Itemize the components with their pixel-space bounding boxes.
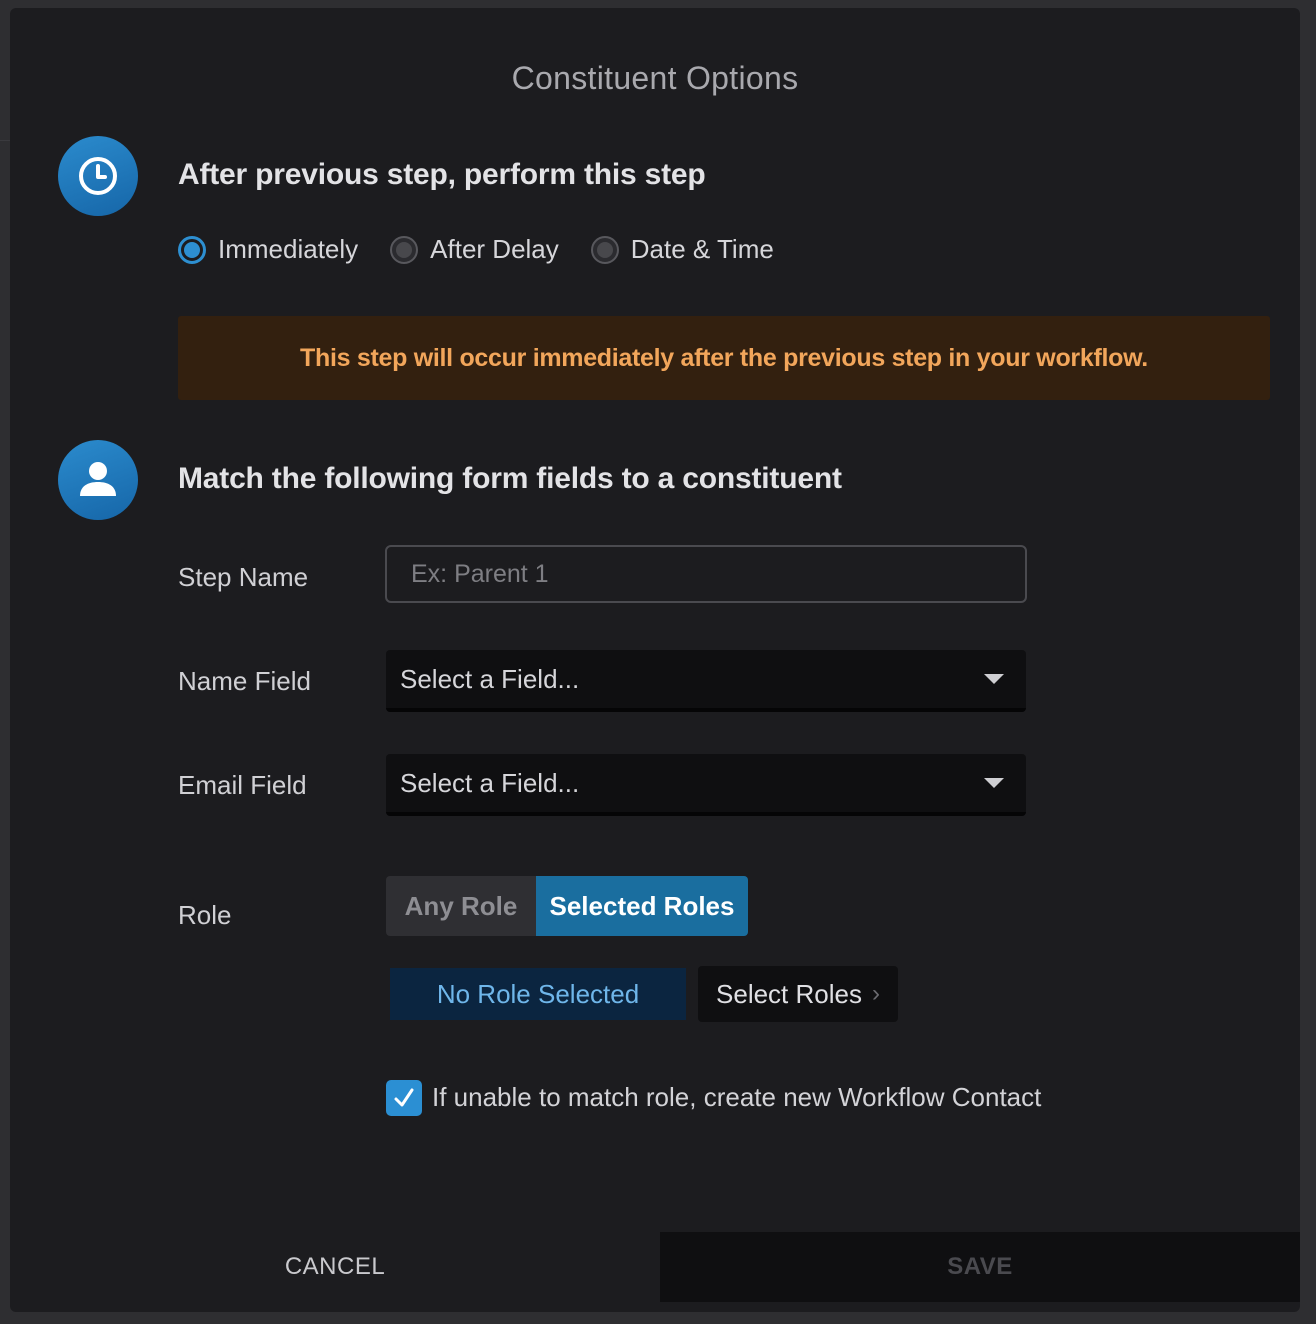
radio-after-delay[interactable]: After Delay	[390, 234, 559, 265]
caret-down-icon	[984, 674, 1004, 684]
modal-footer: CANCEL SAVE	[10, 1232, 1300, 1302]
checkmark-icon	[394, 1088, 414, 1107]
role-label: Role	[178, 900, 232, 930]
save-button[interactable]: SAVE	[660, 1232, 1300, 1302]
radio-indicator	[390, 235, 419, 264]
email-field-label: Email Field	[178, 770, 307, 800]
user-icon	[58, 440, 138, 520]
create-contact-checkbox[interactable]	[386, 1080, 422, 1116]
name-field-value: Select a Field...	[400, 663, 580, 694]
radio-label: Date & Time	[630, 234, 774, 264]
step-name-label: Step Name	[178, 562, 309, 592]
radio-immediately[interactable]: Immediately	[178, 234, 358, 265]
any-role-button[interactable]: Any Role	[386, 876, 536, 936]
select-roles-label: Select Roles	[716, 978, 862, 1009]
role-segmented-control: Any Role Selected Roles	[386, 876, 748, 936]
radio-label: After Delay	[430, 234, 559, 264]
name-field-select[interactable]: Select a Field...	[386, 650, 1026, 712]
timing-radio-group: Immediately After Delay Date & Time	[178, 234, 806, 265]
selected-roles-button[interactable]: Selected Roles	[536, 876, 748, 936]
constituent-options-modal: Constituent Options After previous step,…	[10, 8, 1300, 1312]
timing-heading: After previous step, perform this step	[178, 158, 706, 191]
modal-title: Constituent Options	[511, 60, 799, 96]
timing-notice: This step will occur immediately after t…	[178, 316, 1270, 400]
radio-label: Immediately	[218, 234, 359, 264]
no-role-selected-badge: No Role Selected	[390, 968, 686, 1020]
create-contact-label: If unable to match role, create new Work…	[432, 1082, 1042, 1112]
cancel-button[interactable]: CANCEL	[10, 1232, 660, 1302]
name-field-label: Name Field	[178, 666, 311, 696]
chevron-right-icon: ›	[871, 980, 880, 1007]
select-roles-button[interactable]: Select Roles ›	[698, 966, 898, 1022]
email-field-select[interactable]: Select a Field...	[386, 754, 1026, 816]
caret-down-icon	[984, 778, 1004, 788]
radio-indicator	[178, 235, 206, 264]
radio-date-time[interactable]: Date & Time	[590, 234, 774, 265]
radio-indicator	[590, 235, 619, 264]
clock-icon	[58, 136, 138, 216]
email-field-value: Select a Field...	[400, 767, 580, 798]
match-heading: Match the following form fields to a con…	[178, 462, 842, 495]
step-name-input[interactable]	[385, 545, 1027, 603]
